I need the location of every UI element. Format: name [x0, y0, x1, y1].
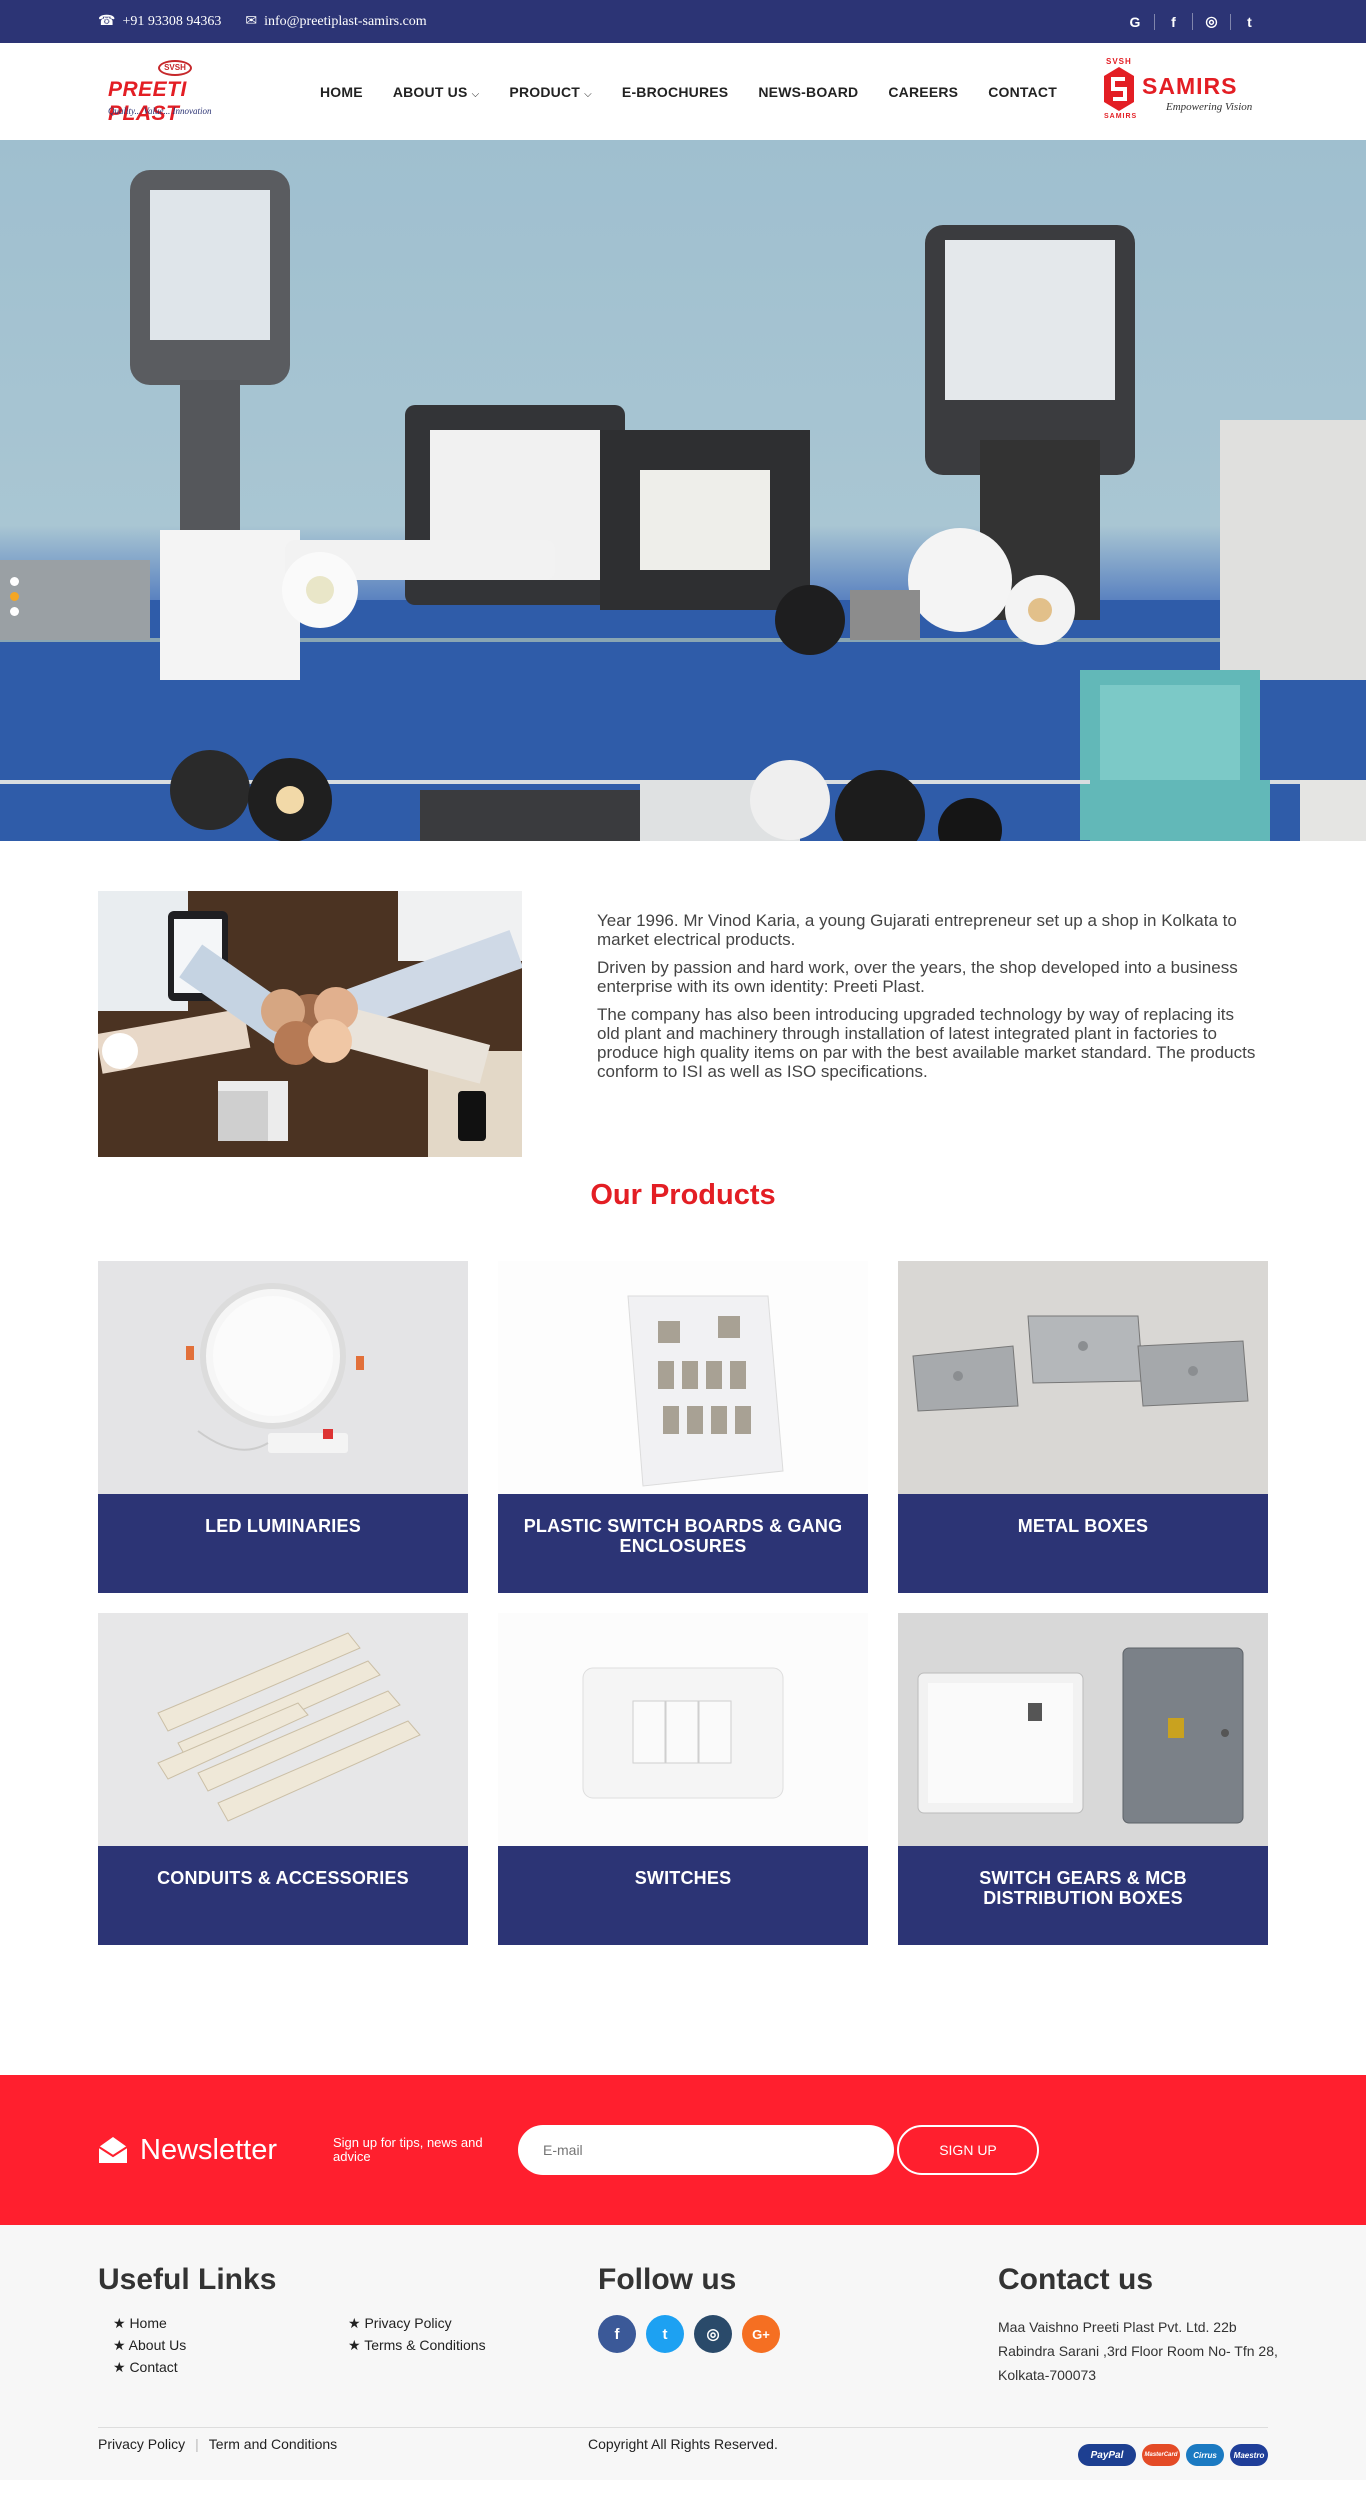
slider-dot[interactable] [10, 577, 19, 586]
newsletter-email-input[interactable] [518, 2125, 894, 2175]
logo-badge: SVSH [158, 60, 192, 76]
product-card-switches[interactable]: SWITCHES [498, 1613, 868, 1945]
footer-link-about-us[interactable]: ★ About Us [113, 2337, 348, 2354]
product-card-metal-boxes[interactable]: METAL BOXES [898, 1261, 1268, 1593]
footer-link-privacy-policy[interactable]: ★ Privacy Policy [348, 2315, 528, 2332]
hero-slider[interactable] [0, 140, 1366, 841]
instagram-icon[interactable]: ◎ [1192, 13, 1230, 30]
chevron-down-icon: ⌵ [471, 88, 480, 100]
about-section: Year 1996. Mr Vinod Karia, a young Gujar… [0, 841, 1366, 1179]
phone-contact[interactable]: ☎ +91 93308 94363 [98, 13, 221, 30]
copyright-text: Copyright All Rights Reserved. [588, 2436, 778, 2452]
follow-us-column: Follow us f t ◎ G+ [598, 2263, 780, 2353]
product-label: CONDUITS & ACCESSORIES [98, 1846, 468, 1945]
logo-name: PREETI PLAST [108, 78, 187, 125]
footer-link-terms[interactable]: ★ Terms & Conditions [348, 2337, 528, 2354]
samirs-logo[interactable]: SVSH SAMIRS Empowering Vision SAMIRS [1100, 57, 1260, 123]
footer-link-home[interactable]: ★ Home [113, 2315, 348, 2332]
sign-up-button[interactable]: SIGN UP [897, 2125, 1039, 2175]
twitter-icon[interactable]: t [646, 2315, 684, 2353]
google-plus-icon[interactable]: G+ [742, 2315, 780, 2353]
nav-about-us[interactable]: ABOUT US ⌵ [378, 84, 495, 100]
product-image [898, 1613, 1268, 1846]
paypal-icon: PayPal [1078, 2444, 1136, 2466]
open-envelope-icon [98, 2137, 128, 2163]
about-text: Year 1996. Mr Vinod Karia, a young Gujar… [597, 911, 1257, 1179]
follow-us-title: Follow us [598, 2263, 737, 2296]
product-image [498, 1261, 868, 1494]
product-card-conduits[interactable]: CONDUITS & ACCESSORIES [98, 1613, 468, 1945]
slider-dots [10, 577, 19, 616]
top-bar: ☎ +91 93308 94363 ✉ info@preetiplast-sam… [0, 0, 1366, 43]
about-paragraph: The company has also been introducing up… [597, 1005, 1256, 1081]
nav-news-board[interactable]: NEWS-BOARD [743, 84, 873, 100]
nav-e-brochures[interactable]: E-BROCHURES [607, 84, 743, 100]
footer-socials: f t ◎ G+ [598, 2315, 780, 2353]
nav-contact[interactable]: CONTACT [973, 84, 1072, 100]
nav-home[interactable]: HOME [305, 84, 378, 100]
site-header: SVSH PREETI PLAST Quality... Value... In… [0, 43, 1366, 140]
newsletter-bar: Newsletter Sign up for tips, news and ad… [0, 2075, 1366, 2225]
newsletter-title: Newsletter [98, 2134, 333, 2167]
nav-product[interactable]: PRODUCT ⌵ [494, 84, 607, 100]
main-nav: HOME ABOUT US ⌵ PRODUCT ⌵ E-BROCHURES NE… [305, 84, 1072, 100]
useful-links-title: Useful Links [98, 2263, 277, 2296]
bottom-link-privacy-policy[interactable]: Privacy Policy [98, 2436, 185, 2452]
contact-us-column: Contact us Maa Vaishno Preeti Plast Pvt.… [998, 2263, 1278, 2387]
product-label: PLASTIC SWITCH BOARDS & GANG ENCLOSURES [498, 1494, 868, 1593]
product-label: METAL BOXES [898, 1494, 1268, 1593]
product-label: SWITCHES [498, 1846, 868, 1945]
chevron-down-icon: ⌵ [584, 88, 592, 100]
product-label: SWITCH GEARS & MCB DISTRIBUTION BOXES [898, 1846, 1268, 1945]
products-heading: Our Products [590, 1179, 776, 1211]
bottom-link-terms[interactable]: Term and Conditions [209, 2436, 337, 2452]
phone-icon: ☎ [98, 14, 116, 29]
product-image [898, 1261, 1268, 1494]
products-grid: LED LUMINARIES PLASTIC SWITCH BOARDS & G… [0, 1261, 1366, 1945]
product-label: LED LUMINARIES [98, 1494, 468, 1593]
mastercard-icon: MasterCard [1142, 2444, 1180, 2466]
envelope-icon: ✉ [245, 14, 258, 29]
footer-bottom-bar: Privacy Policy | Term and Conditions Cop… [98, 2427, 1268, 2466]
facebook-icon[interactable]: f [1154, 13, 1192, 30]
slider-dot[interactable] [10, 607, 19, 616]
site-footer: Useful Links ★ Home ★ Privacy Policy ★ A… [0, 2225, 1366, 2480]
useful-links-list: ★ Home ★ Privacy Policy ★ About Us ★ Ter… [98, 2315, 528, 2376]
hero-product-image [0, 170, 1366, 841]
twitter-icon[interactable]: t [1230, 13, 1268, 30]
product-image [498, 1613, 868, 1846]
product-card-switch-gears[interactable]: SWITCH GEARS & MCB DISTRIBUTION BOXES [898, 1613, 1268, 1945]
divider: | [195, 2436, 199, 2452]
slider-dot-active[interactable] [10, 592, 19, 601]
contact-address: Maa Vaishno Preeti Plast Pvt. Ltd. 22b R… [998, 2319, 1278, 2383]
product-image [98, 1613, 468, 1846]
product-card-led[interactable]: LED LUMINARIES [98, 1261, 468, 1593]
cirrus-icon: Cirrus [1186, 2444, 1224, 2466]
instagram-icon[interactable]: ◎ [694, 2315, 732, 2353]
payment-methods: PayPal MasterCard Cirrus Maestro [1078, 2444, 1268, 2466]
contact-us-title: Contact us [998, 2263, 1154, 2296]
maestro-icon: Maestro [1230, 2444, 1268, 2466]
samirs-emblem-icon [1104, 67, 1134, 111]
nav-careers[interactable]: CAREERS [873, 84, 973, 100]
preeti-plast-logo[interactable]: SVSH PREETI PLAST Quality... Value... In… [98, 54, 258, 129]
useful-links-column: Useful Links ★ Home ★ Privacy Policy ★ A… [98, 2263, 528, 2376]
email-contact[interactable]: ✉ info@preetiplast-samirs.com [245, 13, 426, 30]
about-paragraph: Driven by passion and hard work, over th… [597, 958, 1238, 996]
google-icon[interactable]: G [1116, 14, 1154, 30]
product-card-switch-boards[interactable]: PLASTIC SWITCH BOARDS & GANG ENCLOSURES [498, 1261, 868, 1593]
newsletter-subtitle: Sign up for tips, news and advice [333, 2135, 483, 2164]
about-paragraph: Year 1996. Mr Vinod Karia, a young Gujar… [597, 911, 1237, 949]
logo-tagline: Quality... Value... Innovation [108, 106, 212, 116]
facebook-icon[interactable]: f [598, 2315, 636, 2353]
teamwork-image [98, 891, 522, 1157]
product-image [98, 1261, 468, 1494]
footer-link-contact[interactable]: ★ Contact [113, 2359, 348, 2376]
